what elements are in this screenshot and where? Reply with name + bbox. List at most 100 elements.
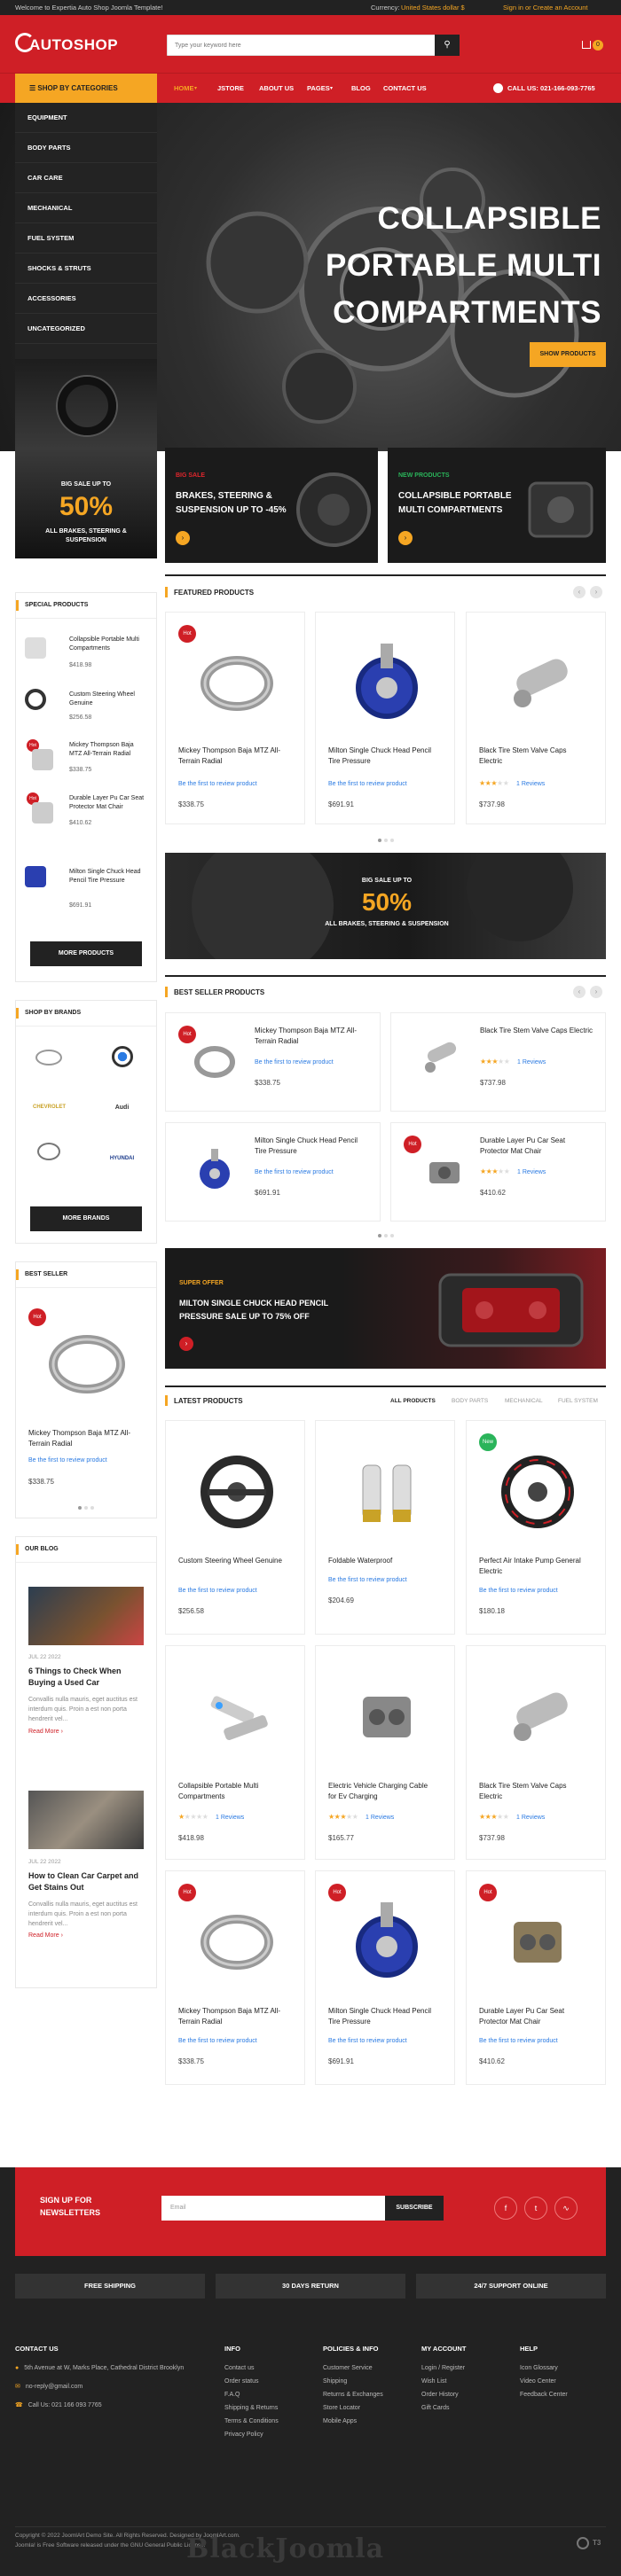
footer-link[interactable]: Order History xyxy=(421,2388,510,2401)
promo-banner[interactable]: BIG SALE BRAKES, STEERING & SUSPENSION U… xyxy=(165,448,378,563)
product-image[interactable] xyxy=(498,1902,578,1982)
footer-link[interactable]: Shipping & Returns xyxy=(224,2401,313,2415)
footer-link[interactable]: Icon Glossary xyxy=(520,2361,609,2375)
product-image[interactable] xyxy=(197,1902,277,1982)
arrow-right-icon[interactable]: › xyxy=(398,531,413,545)
product-card[interactable]: Black Tire Stem Valve Caps Electric ★★★★… xyxy=(466,1645,606,1860)
nav-home[interactable]: HOME xyxy=(174,74,194,104)
product-name[interactable]: Black Tire Stem Valve Caps Electric xyxy=(479,1781,586,1802)
product-card[interactable]: New Perfect Air Intake Pump General Elec… xyxy=(466,1420,606,1635)
exhaust-clamp-image[interactable] xyxy=(47,1324,127,1404)
product-name[interactable]: Mickey Thompson Baja MTZ All-Terrain Rad… xyxy=(255,1026,370,1047)
brand-logo[interactable]: CHEVROLET xyxy=(25,1105,74,1110)
product-name[interactable]: Durable Layer Pu Car Seat Protector Mat … xyxy=(480,1136,595,1157)
footer-link[interactable]: Privacy Policy xyxy=(224,2428,313,2441)
nav-pages[interactable]: PAGES xyxy=(307,74,330,104)
review-link[interactable]: 1 Reviews xyxy=(516,1815,545,1821)
side-sale-banner[interactable]: BIG SALE UP TO 50% ALL BRAKES, STEERING … xyxy=(15,359,157,558)
footer-link[interactable]: Shipping xyxy=(323,2375,412,2388)
review-link[interactable]: Be the first to review product xyxy=(28,1457,107,1464)
product-name[interactable]: Mickey Thompson Baja MTZ All-Terrain Rad… xyxy=(69,741,145,759)
product-image[interactable] xyxy=(193,1145,237,1194)
product-image[interactable] xyxy=(197,1677,277,1757)
product-thumb[interactable] xyxy=(25,866,46,887)
product-image[interactable] xyxy=(347,1677,427,1757)
review-link[interactable]: Be the first to review product xyxy=(479,2038,558,2044)
category-item[interactable]: UNCATEGORIZED xyxy=(15,314,157,344)
product-name[interactable]: Black Tire Stem Valve Caps Electric xyxy=(479,745,586,767)
more-brands-button[interactable]: MORE BRANDS xyxy=(30,1206,142,1231)
product-name[interactable]: Custom Steering Wheel Genuine xyxy=(178,1556,285,1566)
footer-link[interactable]: Wish List xyxy=(421,2375,510,2388)
product-card[interactable]: Hot Durable Layer Pu Car Seat Protector … xyxy=(466,1870,606,2085)
tab-fuel-system[interactable]: FUEL SYSTEM xyxy=(558,1398,598,1404)
mid-sale-banner[interactable]: BIG SALE UP TO 50% ALL BRAKES, STEERING … xyxy=(165,853,606,959)
product-image[interactable] xyxy=(193,1040,237,1084)
product-name[interactable]: Mickey Thompson Baja MTZ All-Terrain Rad… xyxy=(28,1428,144,1449)
product-name[interactable]: Milton Single Chuck Head Pencil Tire Pre… xyxy=(328,745,444,767)
carousel-dots[interactable] xyxy=(378,1234,396,1237)
review-link[interactable]: Be the first to review product xyxy=(178,781,257,787)
t3-logo-icon[interactable] xyxy=(577,2537,589,2549)
tab-all-products[interactable]: ALL PRODUCTS xyxy=(390,1398,436,1404)
categories-button[interactable]: ☰ SHOP BY CATEGORIES xyxy=(15,74,157,104)
category-item[interactable]: BODY PARTS xyxy=(15,133,157,163)
search-input[interactable] xyxy=(168,35,434,55)
product-image[interactable] xyxy=(418,1035,462,1080)
contact-phone[interactable]: Call Us: 021 166 093 7765 xyxy=(28,2399,102,2412)
read-more-link[interactable]: Read More › xyxy=(28,1729,63,1735)
footer-link[interactable]: Video Center xyxy=(520,2375,609,2388)
product-name[interactable]: Collapsible Portable Multi Compartments xyxy=(69,636,145,653)
product-image[interactable] xyxy=(498,1452,578,1532)
product-name[interactable]: Foldable Waterproof xyxy=(328,1556,435,1566)
nav-contact[interactable]: CONTACT US xyxy=(383,74,427,104)
product-name[interactable]: Durable Layer Pu Car Seat Protector Mat … xyxy=(69,794,145,812)
review-link[interactable]: 1 Reviews xyxy=(516,781,545,787)
product-name[interactable]: Electric Vehicle Charging Cable for Ev C… xyxy=(328,1781,435,1802)
product-image[interactable] xyxy=(347,639,427,728)
twitter-icon[interactable]: t xyxy=(524,2197,547,2220)
footer-link[interactable]: Contact us xyxy=(224,2361,313,2375)
review-link[interactable]: 1 Reviews xyxy=(366,1815,394,1821)
read-more-link[interactable]: Read More › xyxy=(28,1932,63,1939)
nav-about[interactable]: ABOUT US xyxy=(259,74,294,104)
category-item[interactable]: CAR CARE xyxy=(15,163,157,193)
footer-link[interactable]: Feedback Center xyxy=(520,2388,609,2401)
product-card[interactable]: Hot Mickey Thompson Baja MTZ All-Terrain… xyxy=(165,1012,381,1112)
brand-logo[interactable] xyxy=(37,1143,60,1160)
product-image[interactable] xyxy=(498,644,578,723)
product-card[interactable]: Foldable Waterproof Be the first to revi… xyxy=(315,1420,455,1635)
product-card[interactable]: Custom Steering Wheel Genuine Be the fir… xyxy=(165,1420,305,1635)
footer-link[interactable]: Returns & Exchanges xyxy=(323,2388,385,2401)
category-item[interactable]: EQUIPMENT xyxy=(15,103,157,133)
nav-blog[interactable]: BLOG xyxy=(351,74,371,104)
category-item[interactable]: MECHANICAL xyxy=(15,193,157,223)
contact-email[interactable]: no-reply@gmail.com xyxy=(26,2380,83,2393)
review-link[interactable]: Be the first to review product xyxy=(255,1059,334,1066)
brand-logo[interactable] xyxy=(35,1050,62,1066)
product-name[interactable]: Mickey Thompson Baja MTZ All-Terrain Rad… xyxy=(178,745,294,767)
blog-image[interactable] xyxy=(28,1791,144,1849)
brand-logo[interactable]: HYUNDAI xyxy=(98,1156,146,1161)
footer-link[interactable]: Login / Register xyxy=(421,2361,510,2375)
category-item[interactable]: FUEL SYSTEM xyxy=(15,223,157,254)
rss-icon[interactable]: ∿ xyxy=(554,2197,578,2220)
footer-link[interactable]: Customer Service xyxy=(323,2361,412,2375)
footer-link[interactable]: Terms & Conditions xyxy=(224,2415,313,2428)
product-card[interactable]: Milton Single Chuck Head Pencil Tire Pre… xyxy=(165,1122,381,1222)
product-name[interactable]: Black Tire Stem Valve Caps Electric xyxy=(480,1026,595,1036)
product-name[interactable]: Milton Single Chuck Head Pencil Tire Pre… xyxy=(255,1136,370,1157)
cart-icon[interactable] xyxy=(582,41,591,49)
product-image[interactable] xyxy=(347,1898,427,1987)
review-link[interactable]: Be the first to review product xyxy=(178,1588,257,1594)
carousel-dots[interactable] xyxy=(78,1506,96,1510)
product-card[interactable]: Black Tire Stem Valve Caps Electric ★★★★… xyxy=(390,1012,606,1112)
review-link[interactable]: 1 Reviews xyxy=(216,1815,244,1821)
product-card[interactable]: Electric Vehicle Charging Cable for Ev C… xyxy=(315,1645,455,1860)
footer-link[interactable]: Store Locator xyxy=(323,2401,412,2415)
product-card[interactable]: Milton Single Chuck Head Pencil Tire Pre… xyxy=(315,612,455,824)
product-card[interactable]: Hot Mickey Thompson Baja MTZ All-Terrain… xyxy=(165,1870,305,2085)
product-thumb[interactable] xyxy=(25,689,46,710)
currency-select[interactable]: United States dollar $ xyxy=(401,4,465,12)
footer-link[interactable]: Gift Cards xyxy=(421,2401,510,2415)
